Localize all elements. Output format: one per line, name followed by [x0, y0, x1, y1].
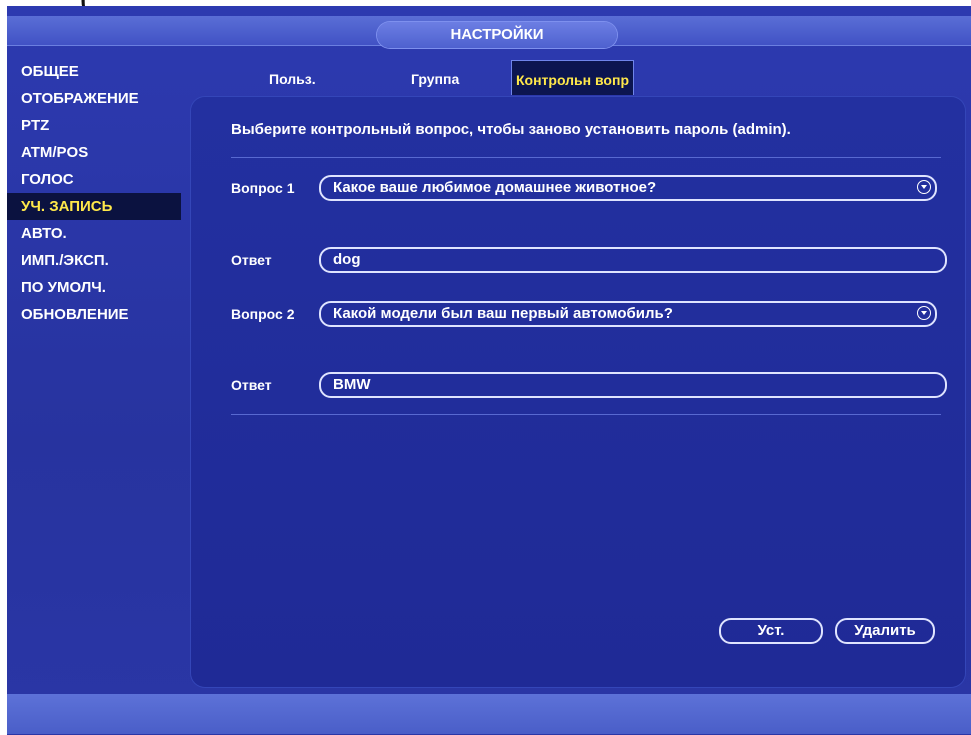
- answer1-value: dog: [333, 251, 361, 268]
- set-button[interactable]: Уст.: [719, 618, 823, 644]
- question1-select[interactable]: Какое ваше любимое домашнее животное?: [319, 175, 937, 201]
- answer2-field[interactable]: BMW: [319, 372, 947, 398]
- tab-group[interactable]: Группа: [411, 60, 459, 94]
- tab-security-question[interactable]: Контрольн вопр: [511, 60, 634, 95]
- chevron-down-icon[interactable]: [917, 306, 931, 320]
- divider: [231, 414, 941, 415]
- question2-label: Вопрос 2: [231, 306, 295, 322]
- question2-select[interactable]: Какой модели был ваш первый автомобиль?: [319, 301, 937, 327]
- sidebar-item-voice[interactable]: ГОЛОС: [7, 166, 187, 193]
- sidebar-item-atm-pos[interactable]: ATM/POS: [7, 139, 187, 166]
- sidebar-item-auto[interactable]: АВТО.: [7, 220, 187, 247]
- tab-users[interactable]: Польз.: [269, 60, 316, 94]
- answer1-label: Ответ: [231, 252, 272, 268]
- sidebar-item-default[interactable]: ПО УМОЛЧ.: [7, 274, 187, 301]
- title-bar: НАСТРОЙКИ: [7, 16, 971, 48]
- answer1-field[interactable]: dog: [319, 247, 947, 273]
- sidebar: ОБЩЕЕ ОТОБРАЖЕНИЕ PTZ ATM/POS ГОЛОС УЧ. …: [7, 58, 187, 328]
- question2-value: Какой модели был ваш первый автомобиль?: [333, 305, 673, 322]
- sidebar-item-account[interactable]: УЧ. ЗАПИСЬ: [7, 193, 181, 220]
- bottom-bar: [7, 694, 971, 734]
- sidebar-item-import-export[interactable]: ИМП./ЭКСП.: [7, 247, 187, 274]
- window-title: НАСТРОЙКИ: [377, 22, 617, 48]
- instruction-text: Выберите контрольный вопрос, чтобы занов…: [231, 121, 791, 138]
- answer2-label: Ответ: [231, 377, 272, 393]
- sidebar-item-general[interactable]: ОБЩЕЕ: [7, 58, 187, 85]
- chevron-down-icon[interactable]: [917, 180, 931, 194]
- question1-value: Какое ваше любимое домашнее животное?: [333, 179, 657, 196]
- dvr-settings-screen: НАСТРОЙКИ ОБЩЕЕ ОТОБРАЖЕНИЕ PTZ ATM/POS …: [7, 6, 971, 735]
- divider: [231, 157, 941, 158]
- question1-label: Вопрос 1: [231, 180, 295, 196]
- sidebar-item-display[interactable]: ОТОБРАЖЕНИЕ: [7, 85, 187, 112]
- security-question-panel: Выберите контрольный вопрос, чтобы занов…: [191, 97, 965, 687]
- sidebar-item-ptz[interactable]: PTZ: [7, 112, 187, 139]
- sidebar-item-upgrade[interactable]: ОБНОВЛЕНИЕ: [7, 301, 187, 328]
- answer2-value: BMW: [333, 376, 371, 393]
- delete-button[interactable]: Удалить: [835, 618, 935, 644]
